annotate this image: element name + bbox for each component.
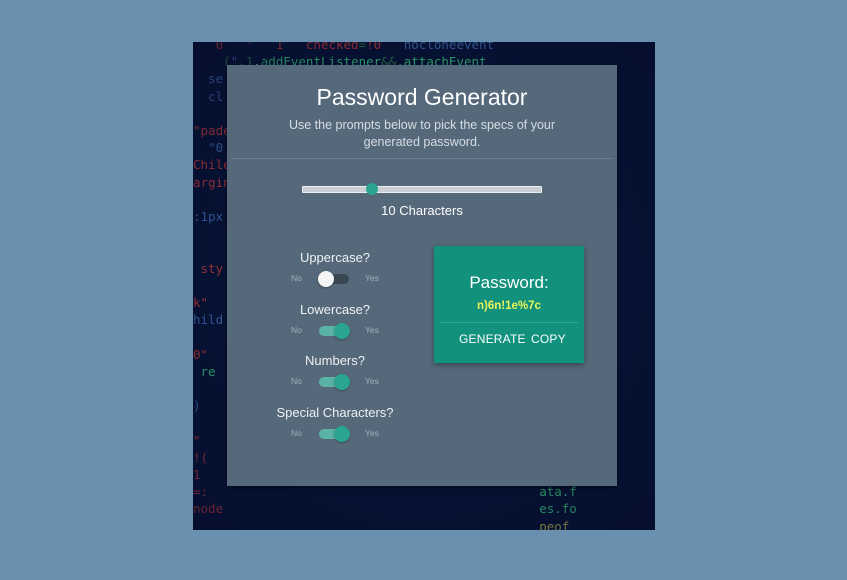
password-generator-card: Password Generator Use the prompts below…: [227, 65, 617, 486]
password-heading: Password:: [469, 273, 549, 292]
slider-track[interactable]: [302, 186, 542, 193]
toggle-off-label: No: [291, 273, 302, 283]
option-label: Numbers?: [305, 353, 365, 369]
toggle-off-label: No: [291, 324, 302, 335]
option-special-characters: Special Characters? No Yes: [265, 405, 405, 457]
toggle-off-label: No: [291, 376, 302, 387]
character-count-label: 10 Characters: [381, 203, 463, 218]
option-label: Lowercase?: [299, 301, 371, 317]
panel-divider: [440, 322, 578, 323]
option-label: Special Characters?: [276, 405, 394, 421]
length-slider[interactable]: [302, 183, 542, 195]
uppercase-toggle[interactable]: [318, 271, 350, 287]
toggle-on-label: Yes: [365, 428, 379, 439]
option-label: Uppercase?: [299, 250, 371, 265]
password-result-panel: Password: n)6n!1e%7c GENERATE COPY: [434, 246, 584, 363]
option-lowercase: Lowercase? No Yes: [265, 302, 405, 354]
instructions-text: Use the prompts below to pick the specs …: [288, 118, 556, 149]
toggle-on-label: Yes: [365, 324, 379, 335]
numbers-toggle[interactable]: [318, 374, 350, 391]
lowercase-toggle[interactable]: [318, 322, 350, 339]
special-characters-toggle[interactable]: [318, 426, 350, 443]
options-list: Uppercase? No Yes Lowercase? No Yes Numb…: [265, 250, 405, 457]
header-divider: [231, 158, 613, 159]
copy-button[interactable]: COPY: [531, 332, 566, 346]
toggle-off-label: No: [291, 428, 302, 439]
page-title: Password Generator: [316, 84, 528, 110]
toggle-on-label: Yes: [365, 273, 379, 283]
toggle-on-label: Yes: [365, 376, 379, 387]
generated-password: n)6n!1e%7c: [477, 300, 541, 312]
slider-thumb[interactable]: [366, 183, 378, 195]
generate-button[interactable]: GENERATE: [459, 332, 526, 346]
option-uppercase: Uppercase? No Yes: [265, 250, 405, 302]
option-numbers: Numbers? No Yes: [265, 353, 405, 405]
